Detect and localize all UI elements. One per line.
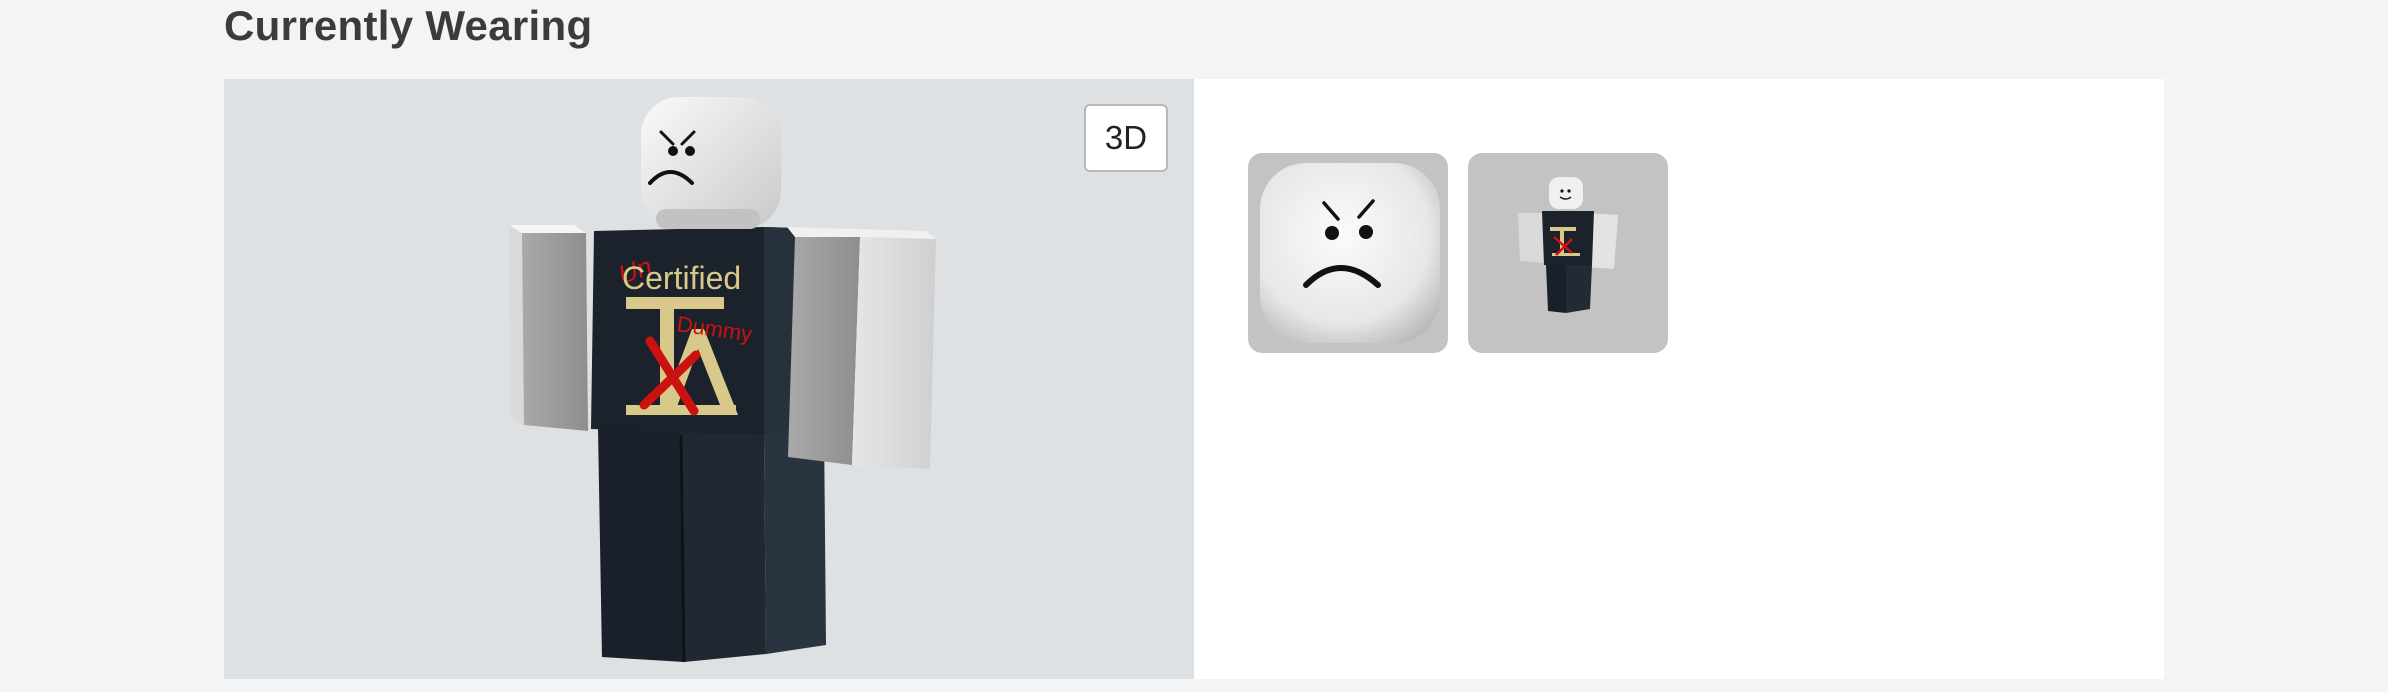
head (641, 97, 781, 229)
avatar-figure: Un Certified Dummy (509, 97, 936, 663)
left-arm (509, 225, 588, 431)
angry-face-icon (1260, 163, 1440, 343)
legs (598, 425, 826, 663)
right-arm (787, 227, 936, 469)
item-thumbnail-avatar-outfit[interactable] (1468, 153, 1668, 353)
3d-toggle-button[interactable]: 3D (1084, 104, 1168, 172)
currently-wearing-panel: Un Certified Dummy 3D (224, 79, 2164, 679)
section-title: Currently Wearing (224, 2, 593, 49)
shirt-certified-text: Certified (622, 260, 741, 296)
avatar-outfit-icon (1518, 177, 1618, 313)
item-thumbnail-angry-face[interactable] (1248, 153, 1448, 353)
currently-wearing-page: Currently Wearing Un Certified Dummy 3D (0, 0, 2388, 692)
avatar-viewer[interactable]: Un Certified Dummy 3D (224, 79, 1194, 679)
worn-items-list (1248, 153, 1668, 353)
